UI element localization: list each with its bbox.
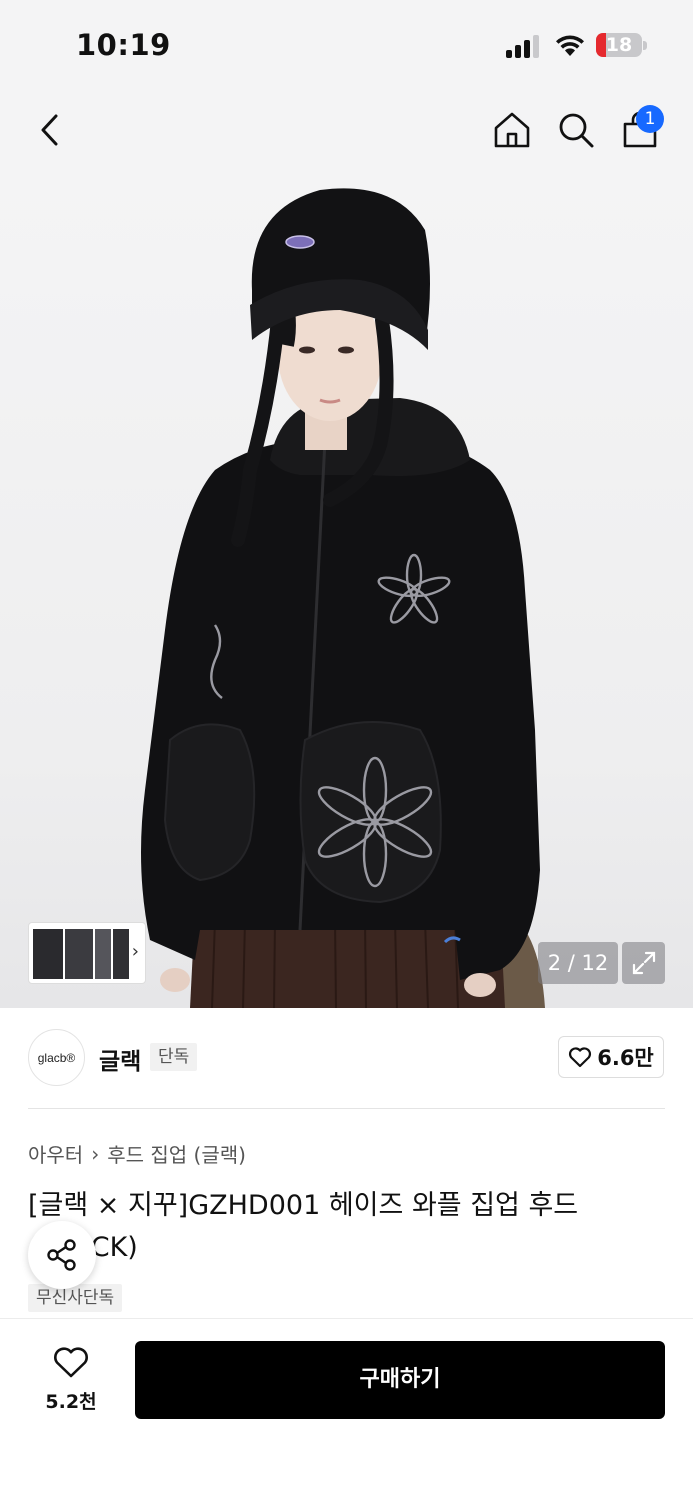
thumbnail-image[interactable] — [33, 929, 63, 979]
thumbnail-image[interactable] — [95, 929, 111, 979]
brand-name[interactable]: 글랙 — [99, 1042, 141, 1076]
thumbnail-image[interactable] — [113, 929, 129, 979]
divider — [28, 1108, 665, 1109]
wifi-icon — [556, 35, 584, 56]
breadcrumb: 아우터 › 후드 집업 (글랙) — [28, 1139, 246, 1168]
brand-logo[interactable]: glacb® — [28, 1029, 85, 1086]
battery-indicator: 18 — [596, 33, 642, 57]
back-button[interactable] — [28, 108, 72, 152]
product-image-gallery[interactable]: › 2 / 12 — [0, 170, 693, 1008]
status-bar: 10:19 18 — [0, 0, 693, 90]
breadcrumb-item-outer[interactable]: 아우터 — [28, 1139, 83, 1168]
home-button[interactable] — [490, 108, 534, 152]
share-button[interactable] — [28, 1221, 96, 1289]
musinsa-exclusive-tag: 무신사단독 — [28, 1284, 123, 1312]
share-icon — [47, 1239, 76, 1271]
heart-icon — [54, 1347, 88, 1378]
brand-exclusive-tag: 단독 — [150, 1043, 198, 1071]
breadcrumb-item-hood-zipup[interactable]: 후드 집업 (글랙) — [107, 1139, 246, 1168]
battery-level: 18 — [605, 34, 633, 56]
brand-like-button[interactable]: 6.6만 — [558, 1036, 664, 1078]
bottom-purchase-bar: 5.2천 구매하기 — [0, 1318, 693, 1500]
top-nav-bar — [0, 90, 693, 170]
image-counter: 2 / 12 — [538, 942, 618, 984]
expand-icon — [632, 951, 655, 975]
product-title: [글랙 × 지꾸]GZHD001 헤이즈 와플 집업 후드 (BLACK) — [28, 1190, 579, 1263]
wishlist-button[interactable]: 5.2천 — [28, 1345, 114, 1414]
home-icon — [494, 112, 530, 148]
cellular-signal-icon — [506, 34, 542, 58]
heart-icon — [569, 1047, 592, 1068]
search-button[interactable] — [554, 108, 598, 152]
status-time: 10:19 — [76, 28, 171, 62]
buy-button[interactable]: 구매하기 — [135, 1341, 665, 1419]
thumbnail-image[interactable] — [65, 929, 93, 979]
brand-like-count: 6.6만 — [597, 1046, 654, 1070]
chevron-right-icon: › — [131, 941, 139, 962]
search-icon — [559, 113, 594, 148]
chevron-left-icon — [41, 114, 58, 146]
expand-image-button[interactable] — [622, 942, 665, 984]
breadcrumb-separator: › — [91, 1141, 100, 1166]
cart-count-badge: 1 — [636, 105, 664, 133]
product-photo — [141, 188, 545, 1008]
wishlist-count: 5.2천 — [45, 1391, 97, 1413]
thumbnail-strip[interactable]: › — [28, 922, 146, 984]
